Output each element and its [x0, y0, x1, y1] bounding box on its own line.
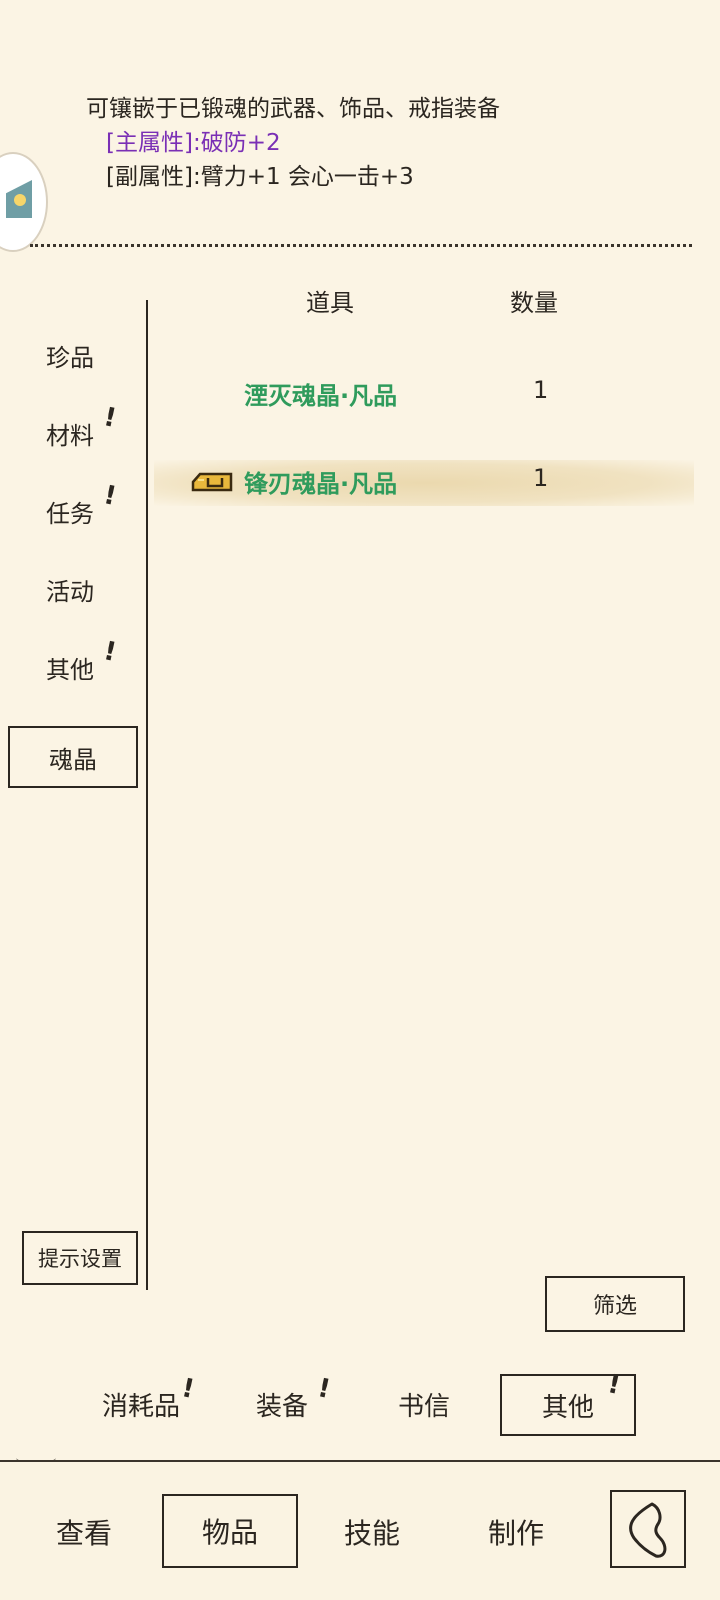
filter-button[interactable]: 筛选	[545, 1276, 685, 1332]
column-header-item: 道具	[306, 289, 354, 317]
subtab-equipment[interactable]: 装备 !	[256, 1373, 333, 1423]
floating-app-badge[interactable]	[0, 152, 48, 252]
sidebar-item-label: 其他	[46, 656, 94, 684]
tab-skills[interactable]: 技能	[344, 1512, 400, 1552]
hint-settings-button[interactable]: 提示设置	[22, 1231, 138, 1285]
subtab-consumables[interactable]: 消耗品 !	[102, 1373, 197, 1423]
item-description: 可镶嵌于已锻魂的武器、饰品、戒指装备 [主属性]:破防+2 [副属性]:臂力+1…	[86, 92, 500, 194]
app-badge-icon	[6, 180, 32, 218]
sidebar-item-label: 活动	[46, 578, 94, 606]
back-arrow-icon	[629, 1502, 667, 1558]
soul-crystal-icon	[191, 472, 233, 492]
back-button[interactable]	[610, 1490, 686, 1568]
alert-mark: !	[101, 635, 119, 668]
sidebar-item-treasure[interactable]: 珍品	[46, 338, 94, 373]
sub-attribute: [副属性]:臂力+1 会心一击+3	[106, 164, 414, 190]
main-attribute: [主属性]:破防+2	[106, 130, 281, 156]
alert-mark: !	[315, 1372, 333, 1405]
sidebar-item-events[interactable]: 活动	[46, 572, 94, 607]
subtab-letters[interactable]: 书信	[398, 1386, 450, 1423]
sidebar-item-quests[interactable]: 任务 !	[46, 480, 119, 529]
sidebar-item-label: 任务	[46, 500, 94, 528]
tab-view[interactable]: 查看	[56, 1512, 112, 1552]
tab-crafting[interactable]: 制作	[488, 1512, 544, 1552]
sidebar-item-others[interactable]: 其他 !	[46, 636, 119, 685]
sidebar-item-soul-crystal[interactable]: 魂晶	[8, 726, 138, 788]
subtab-label: 装备	[256, 1392, 309, 1422]
item-name: 锋刃魂晶·凡品	[244, 470, 398, 498]
sidebar-item-label: 魂晶	[49, 745, 97, 774]
sidebar-item-label: 珍品	[46, 344, 94, 372]
alert-mark: !	[605, 1369, 623, 1401]
sidebar-item-label: 材料	[46, 422, 94, 450]
subtab-others[interactable]: 其他 !	[500, 1369, 636, 1436]
subtab-label: 消耗品	[102, 1392, 181, 1422]
sidebar-item-materials[interactable]: 材料 !	[46, 402, 119, 451]
item-quantity: 1	[533, 376, 549, 404]
subtab-label: 书信	[398, 1392, 451, 1422]
subtab-label: 其他	[541, 1392, 594, 1423]
item-quantity: 1	[533, 464, 549, 492]
alert-mark: !	[101, 401, 119, 434]
inventory-screen: { "description": { "line1": "可镶嵌于已锻魂的武器、…	[0, 0, 720, 1600]
tab-items[interactable]: 物品	[162, 1494, 298, 1568]
selected-row-highlight	[154, 460, 694, 506]
item-name: 湮灭魂晶·凡品	[244, 382, 398, 410]
description-text: 可镶嵌于已锻魂的武器、饰品、戒指装备	[86, 96, 500, 122]
alert-mark: !	[179, 1372, 197, 1405]
column-header-quantity: 数量	[510, 289, 558, 317]
dotted-divider	[30, 244, 692, 247]
alert-mark: !	[101, 479, 119, 512]
sidebar-divider	[146, 300, 148, 1290]
